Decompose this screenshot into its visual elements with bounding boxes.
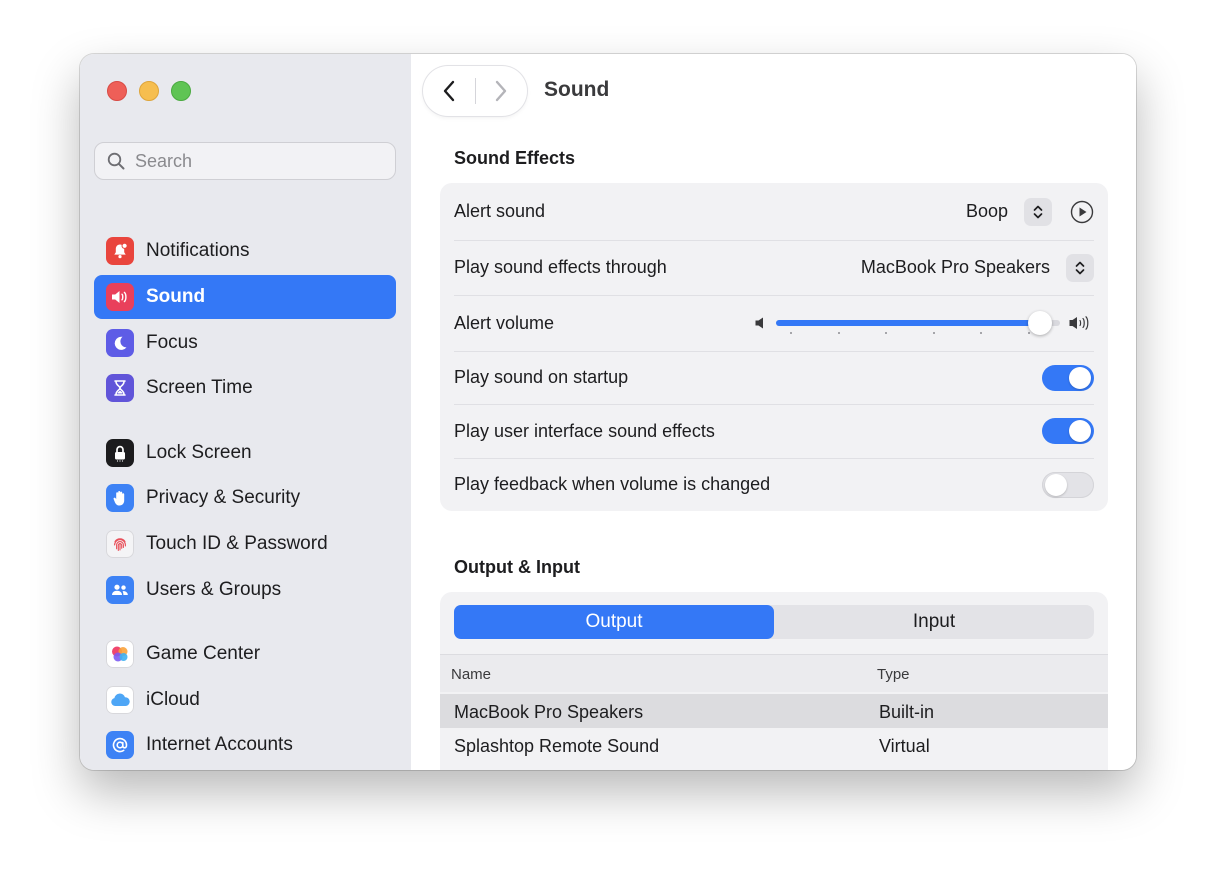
startup-sound-row: Play sound on startup [454, 351, 1094, 405]
chevron-right-icon [496, 80, 507, 102]
column-header-type[interactable]: Type [877, 666, 910, 683]
window-controls [107, 81, 191, 101]
alert-sound-popup-button[interactable] [1024, 197, 1052, 226]
page-title: Sound [544, 78, 610, 101]
row-label: Play sound effects through [454, 257, 667, 277]
ui-sound-effects-row: Play user interface sound effects [454, 404, 1094, 459]
device-name: MacBook Pro Speakers [454, 702, 644, 722]
row-label: Alert volume [454, 312, 555, 333]
history-navigation [423, 66, 527, 116]
tab-input[interactable]: Input [774, 605, 1094, 639]
table-row[interactable]: MacBook Pro Speakers Built-in [440, 694, 1108, 728]
output-device-popup-button[interactable] [1066, 253, 1094, 282]
sidebar-item-label: iCloud [146, 689, 200, 710]
sidebar-item-sound[interactable]: Sound [94, 275, 396, 319]
sidebar-item-touch-id[interactable]: Touch ID & Password [94, 522, 396, 566]
sidebar-item-users-groups[interactable]: Users & Groups [94, 568, 396, 612]
sidebar-item-internet-accounts[interactable]: Internet Accounts [94, 723, 396, 767]
at-icon [106, 731, 134, 759]
sidebar-item-label: Touch ID & Password [146, 533, 328, 554]
sidebar-item-notifications[interactable]: Notifications [94, 229, 396, 273]
slider-fill [776, 320, 1041, 326]
section-title-output-input: Output & Input [454, 557, 580, 577]
back-button[interactable] [423, 66, 475, 116]
sidebar-item-game-center[interactable]: Game Center [94, 632, 396, 676]
sidebar-item-label: Users & Groups [146, 579, 282, 600]
row-label: Alert sound [454, 201, 546, 221]
alert-volume-slider[interactable] [776, 310, 1060, 336]
device-name: Splashtop Remote Sound [454, 736, 660, 756]
slider-ticks [790, 332, 1030, 334]
section-title-sound-effects: Sound Effects [454, 148, 576, 168]
alert-volume-row: Alert volume [454, 295, 1094, 352]
slider-knob[interactable] [1028, 311, 1053, 335]
tab-output[interactable]: Output [454, 605, 774, 639]
lock-icon [106, 439, 134, 467]
output-device-value[interactable]: MacBook Pro Speakers [861, 257, 1050, 278]
main-pane: Sound Sound Effects Alert sound Boop Pla… [411, 54, 1136, 770]
sidebar-item-label: Sound [146, 286, 206, 307]
search-input[interactable] [133, 149, 377, 173]
users-icon [106, 576, 134, 604]
sidebar-item-label: Game Center [146, 643, 261, 664]
minimize-window-button[interactable] [139, 81, 159, 101]
startup-sound-toggle[interactable] [1042, 364, 1094, 391]
device-type: Built-in [879, 702, 935, 722]
speaker-low-icon [755, 317, 763, 329]
bell-badge-icon [106, 237, 134, 265]
row-label: Play user interface sound effects [454, 420, 715, 441]
cloud-icon [106, 686, 134, 714]
hand-icon [106, 484, 134, 512]
row-label: Play feedback when volume is changed [454, 474, 771, 494]
game-center-icon [106, 640, 134, 668]
row-label: Play sound on startup [454, 367, 629, 387]
table-row[interactable]: Splashtop Remote Sound Virtual [440, 728, 1108, 762]
settings-window: Notifications Sound Focus [80, 54, 1136, 770]
output-device-row: Play sound effects through MacBook Pro S… [454, 240, 1094, 296]
output-input-segmented-control: Output Input [454, 605, 1094, 639]
sidebar-item-label: Internet Accounts [146, 734, 293, 755]
moon-icon [106, 329, 134, 357]
device-type: Virtual [879, 736, 930, 756]
sidebar-item-label: Privacy & Security [146, 487, 301, 508]
volume-feedback-toggle[interactable] [1042, 471, 1094, 498]
forward-button[interactable] [475, 66, 527, 116]
ui-sound-effects-toggle[interactable] [1042, 418, 1094, 444]
sidebar-item-icloud[interactable]: iCloud [94, 678, 396, 722]
search-field[interactable] [94, 142, 396, 180]
sidebar-item-privacy-security[interactable]: Privacy & Security [94, 476, 396, 520]
output-input-group: Output Input Name Type MacBook Pro Speak… [440, 592, 1108, 770]
alert-sound-row: Alert sound Boop [454, 183, 1094, 241]
speaker-icon [106, 283, 134, 311]
hourglass-icon [106, 374, 134, 402]
table-header: Name Type [440, 654, 1108, 692]
sidebar-item-lock-screen[interactable]: Lock Screen [94, 431, 396, 475]
chevron-left-icon [443, 80, 454, 102]
sidebar-item-focus[interactable]: Focus [94, 321, 396, 365]
zoom-window-button[interactable] [171, 81, 191, 101]
search-icon [107, 152, 125, 170]
sound-effects-group: Alert sound Boop Play sound effects thro… [440, 183, 1108, 511]
close-window-button[interactable] [107, 81, 127, 101]
sidebar-item-label: Notifications [146, 240, 250, 261]
play-circle-icon [1070, 200, 1094, 223]
fingerprint-icon [106, 530, 134, 558]
speaker-high-icon [1069, 316, 1089, 330]
alert-sound-value[interactable]: Boop [966, 201, 1008, 222]
sidebar: Notifications Sound Focus [80, 54, 412, 770]
play-alert-button[interactable] [1070, 200, 1094, 224]
volume-feedback-row: Play feedback when volume is changed [454, 458, 1094, 511]
sidebar-item-screen-time[interactable]: Screen Time [94, 366, 396, 410]
chevron-up-down-icon [1075, 261, 1085, 274]
column-header-name[interactable]: Name [451, 666, 491, 683]
sidebar-item-label: Focus [146, 332, 198, 353]
chevron-up-down-icon [1033, 205, 1043, 218]
sidebar-item-label: Lock Screen [146, 442, 252, 463]
sidebar-item-label: Screen Time [146, 377, 253, 398]
